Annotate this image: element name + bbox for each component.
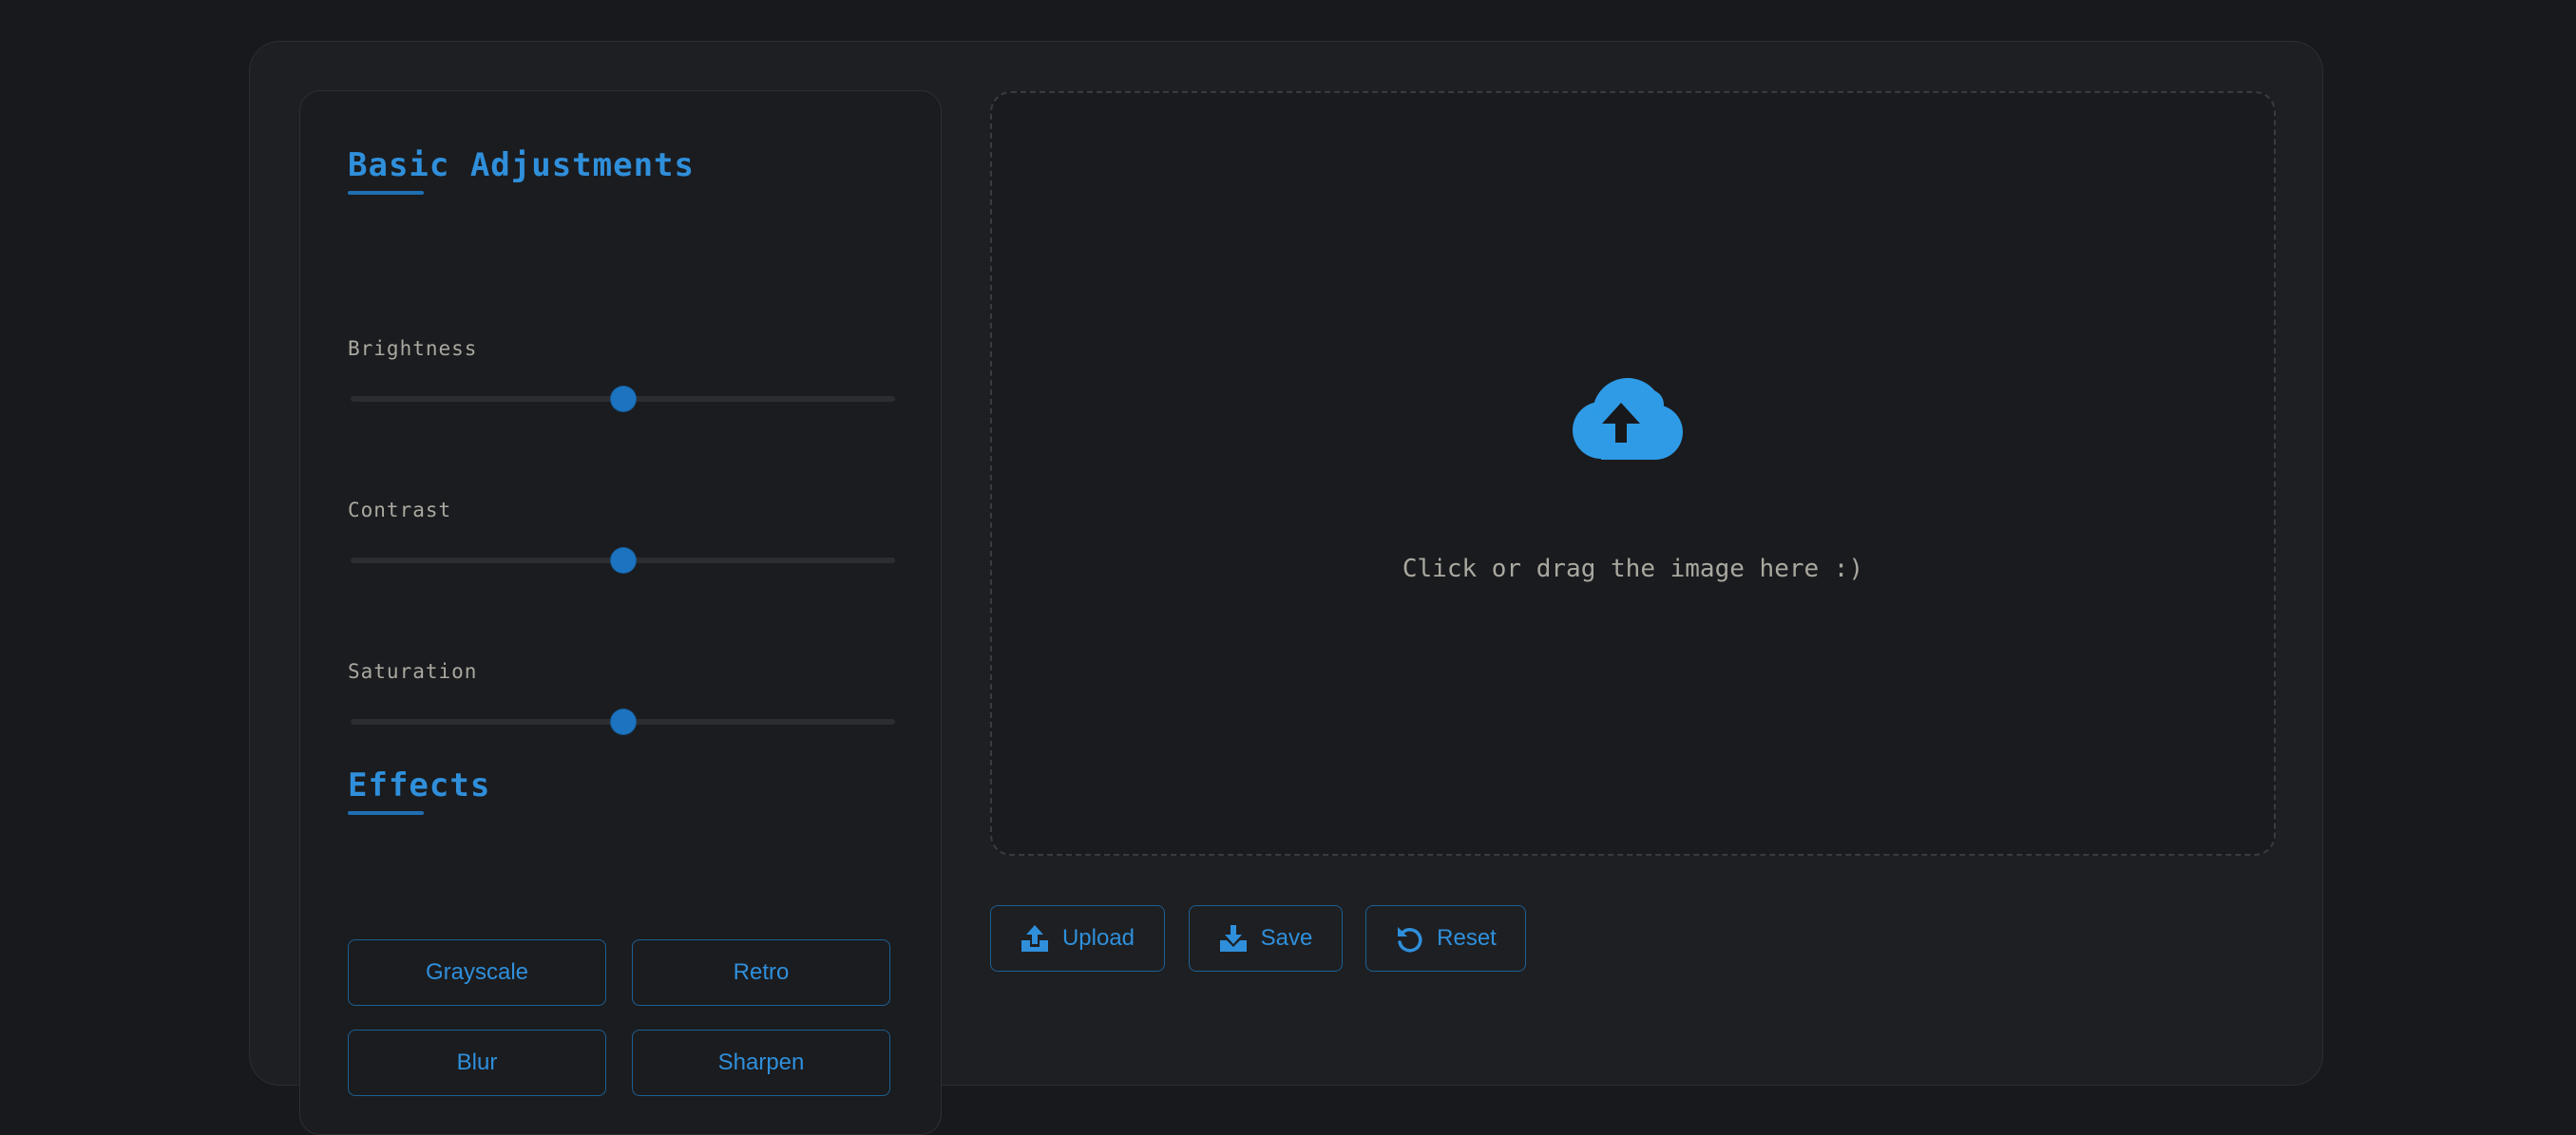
save-label: Save (1260, 925, 1313, 951)
reset-icon (1398, 927, 1422, 953)
retro-button[interactable]: Retro (632, 939, 890, 1006)
upload-button[interactable]: Upload (990, 905, 1165, 972)
brightness-slider[interactable] (351, 387, 895, 411)
reset-button[interactable]: Reset (1365, 905, 1526, 972)
effects-heading: Effects (348, 766, 491, 804)
reset-label: Reset (1437, 925, 1497, 951)
saturation-slider[interactable] (351, 709, 895, 734)
contrast-label: Contrast (348, 499, 452, 521)
sharpen-button[interactable]: Sharpen (632, 1030, 890, 1096)
upload-label: Upload (1061, 925, 1135, 951)
cloud-upload-icon (1573, 378, 1683, 460)
dropzone-text: Click or drag the image here :) (1402, 555, 1864, 583)
brightness-label: Brightness (348, 337, 478, 360)
contrast-slider-thumb[interactable] (610, 548, 636, 573)
contrast-slider[interactable] (351, 548, 895, 573)
grayscale-button[interactable]: Grayscale (348, 939, 606, 1006)
save-button[interactable]: Save (1189, 905, 1343, 972)
blur-button[interactable]: Blur (348, 1030, 606, 1096)
image-dropzone[interactable]: Click or drag the image here :) (990, 91, 2276, 856)
basic-adjustments-heading: Basic Adjustments (348, 146, 695, 184)
brightness-slider-thumb[interactable] (610, 387, 636, 411)
download-icon (1219, 925, 1247, 952)
upload-icon (1021, 925, 1048, 952)
adjustments-sidebar: Basic Adjustments Brightness Contrast Sa… (299, 90, 942, 1135)
saturation-label: Saturation (348, 660, 478, 683)
heading-underline (348, 811, 424, 815)
saturation-slider-thumb[interactable] (610, 709, 636, 734)
editor-panel: Basic Adjustments Brightness Contrast Sa… (249, 41, 2323, 1135)
heading-underline (348, 191, 424, 195)
